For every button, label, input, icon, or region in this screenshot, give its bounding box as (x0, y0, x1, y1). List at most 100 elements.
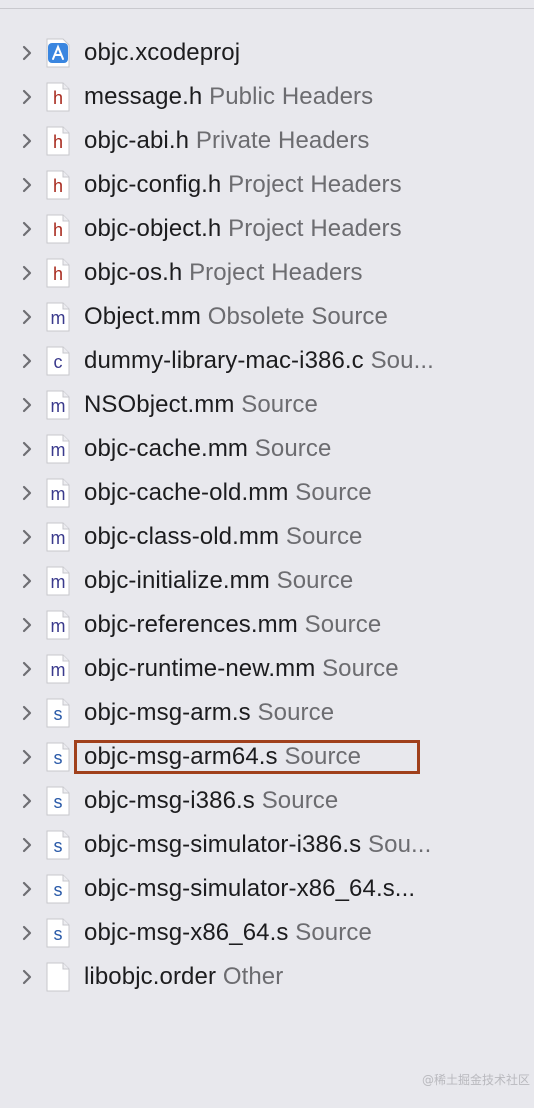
file-group: Source (257, 699, 335, 726)
file-group: Public Headers (209, 83, 374, 110)
file-group: Source (241, 391, 318, 418)
disclosure-chevron-icon[interactable] (20, 660, 34, 678)
file-label: objc-msg-x86_64.s Source (84, 911, 372, 955)
disclosure-chevron-icon[interactable] (20, 880, 34, 898)
objcpp-file-icon: m (46, 522, 70, 552)
file-row[interactable]: h objc-config.h Project Headers (0, 163, 534, 207)
disclosure-chevron-icon[interactable] (20, 836, 34, 854)
file-name: NSObject.mm (84, 391, 235, 418)
file-row[interactable]: s objc-msg-arm.s Source (0, 691, 534, 735)
svg-text:m: m (51, 484, 66, 504)
file-group: Source (254, 435, 332, 462)
disclosure-chevron-icon[interactable] (20, 176, 34, 194)
objcpp-file-icon: m (46, 390, 70, 420)
disclosure-chevron-icon[interactable] (20, 396, 34, 414)
file-label: objc-class-old.mm Source (84, 515, 363, 559)
file-label: objc-object.h Project Headers (84, 207, 402, 251)
file-row[interactable]: m NSObject.mm Source (0, 383, 534, 427)
svg-text:s: s (54, 924, 63, 944)
file-row[interactable]: c dummy-library-mac-i386.c Sou... (0, 339, 534, 383)
svg-text:m: m (51, 660, 66, 680)
disclosure-chevron-icon[interactable] (20, 572, 34, 590)
header-file-icon: h (46, 214, 70, 244)
file-group: Source (276, 567, 354, 594)
disclosure-chevron-icon[interactable] (20, 792, 34, 810)
file-row[interactable]: m objc-initialize.mm Source (0, 559, 534, 603)
disclosure-chevron-icon[interactable] (20, 484, 34, 502)
assembly-file-icon: s (46, 874, 70, 904)
disclosure-chevron-icon[interactable] (20, 440, 34, 458)
file-label: objc.xcodeproj (84, 31, 240, 75)
svg-text:h: h (53, 264, 63, 284)
svg-text:h: h (53, 220, 63, 240)
divider (0, 8, 534, 9)
file-label: objc-runtime-new.mm Source (84, 647, 399, 691)
file-name: objc.xcodeproj (84, 39, 241, 66)
file-row[interactable]: m objc-cache.mm Source (0, 427, 534, 471)
file-group: Private Headers (195, 127, 370, 154)
disclosure-chevron-icon[interactable] (20, 704, 34, 722)
svg-text:m: m (51, 308, 66, 328)
file-group: Source (295, 919, 372, 946)
header-file-icon: h (46, 170, 70, 200)
file-group: Source (304, 611, 382, 638)
c-file-icon: c (46, 346, 70, 376)
svg-text:m: m (51, 528, 66, 548)
file-row[interactable]: h objc-object.h Project Headers (0, 207, 534, 251)
file-row[interactable]: libobjc.order Other (0, 955, 534, 999)
file-row[interactable]: m objc-references.mm Source (0, 603, 534, 647)
disclosure-chevron-icon[interactable] (20, 264, 34, 282)
disclosure-chevron-icon[interactable] (20, 132, 34, 150)
svg-text:m: m (51, 396, 66, 416)
objcpp-file-icon: m (46, 610, 70, 640)
file-row[interactable]: s objc-msg-x86_64.s Source (0, 911, 534, 955)
file-row[interactable]: h objc-abi.h Private Headers (0, 119, 534, 163)
file-name: objc-cache-old.mm (84, 479, 289, 506)
assembly-file-icon: s (46, 786, 70, 816)
disclosure-chevron-icon[interactable] (20, 44, 34, 62)
file-row[interactable]: m objc-runtime-new.mm Source (0, 647, 534, 691)
file-row[interactable]: m objc-cache-old.mm Source (0, 471, 534, 515)
file-row[interactable]: h message.h Public Headers (0, 75, 534, 119)
file-group: Project Headers (189, 259, 363, 286)
file-name: libobjc.order (84, 963, 217, 990)
file-group: Source (285, 523, 363, 550)
file-row[interactable]: s objc-msg-i386.s Source (0, 779, 534, 823)
file-list: objc.xcodeproj h message.h Public Headers h… (0, 31, 534, 999)
file-label: objc-msg-simulator-i386.s Sou... (84, 823, 431, 867)
disclosure-chevron-icon[interactable] (20, 748, 34, 766)
assembly-file-icon: s (46, 742, 70, 772)
file-row[interactable]: s objc-msg-simulator-i386.s Sou... (0, 823, 534, 867)
file-name: objc-msg-simulator-x86_64.s... (84, 875, 416, 902)
disclosure-chevron-icon[interactable] (20, 88, 34, 106)
file-name: objc-msg-arm.s (84, 699, 251, 726)
svg-text:c: c (54, 352, 63, 372)
file-row[interactable]: m Object.mm Obsolete Source (0, 295, 534, 339)
svg-text:m: m (51, 440, 66, 460)
svg-text:m: m (51, 572, 66, 592)
disclosure-chevron-icon[interactable] (20, 968, 34, 986)
header-file-icon: h (46, 126, 70, 156)
file-row[interactable]: s objc-msg-arm64.s Source (0, 735, 534, 779)
disclosure-chevron-icon[interactable] (20, 308, 34, 326)
file-label: message.h Public Headers (84, 75, 373, 119)
disclosure-chevron-icon[interactable] (20, 616, 34, 634)
file-row[interactable]: m objc-class-old.mm Source (0, 515, 534, 559)
file-row[interactable]: h objc-os.h Project Headers (0, 251, 534, 295)
disclosure-chevron-icon[interactable] (20, 924, 34, 942)
header-file-icon: h (46, 258, 70, 288)
file-group: Other (222, 963, 284, 990)
disclosure-chevron-icon[interactable] (20, 220, 34, 238)
file-name: objc-cache.mm (84, 435, 249, 462)
file-row[interactable]: s objc-msg-simulator-x86_64.s... (0, 867, 534, 911)
disclosure-chevron-icon[interactable] (20, 528, 34, 546)
file-row[interactable]: objc.xcodeproj (0, 31, 534, 75)
file-name: Object.mm (84, 303, 201, 330)
svg-text:s: s (54, 836, 63, 856)
file-name: objc-os.h (84, 259, 183, 286)
objcpp-file-icon: m (46, 478, 70, 508)
disclosure-chevron-icon[interactable] (20, 352, 34, 370)
file-name: objc-object.h (84, 215, 222, 242)
file-label: objc-msg-arm.s Source (84, 691, 334, 735)
file-name: objc-initialize.mm (84, 567, 270, 594)
